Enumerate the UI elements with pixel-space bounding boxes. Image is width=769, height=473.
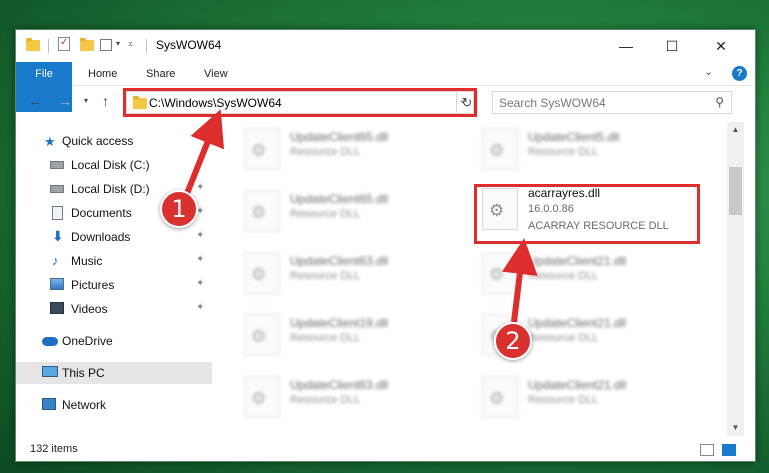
- step-badge-1: 1: [160, 190, 198, 228]
- arrow-to-file: [501, 238, 538, 323]
- annotation-arrows: [183, 109, 538, 323]
- arrow-to-address-bar: [183, 109, 225, 198]
- step-badge-2: 2: [494, 322, 532, 360]
